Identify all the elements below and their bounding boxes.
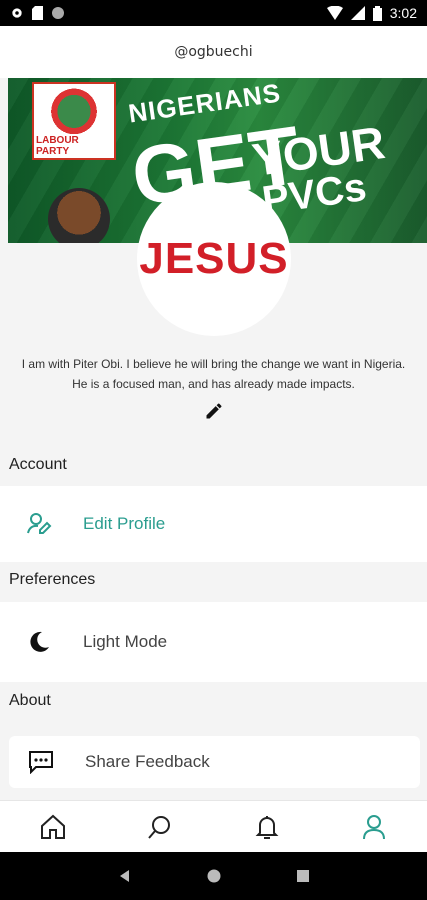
section-account-title: Account <box>9 456 67 473</box>
labour-party-logo: LABOUR PARTY <box>32 82 116 160</box>
feedback-icon <box>26 747 56 777</box>
back-icon[interactable] <box>118 869 132 883</box>
search-icon <box>148 815 171 839</box>
system-navigation <box>0 852 427 900</box>
profile-header: @ogbuechi <box>0 26 427 78</box>
light-mode-label: Light Mode <box>83 632 168 651</box>
profile-bio: I am with Piter Obi. I believe he will b… <box>21 357 406 391</box>
settings-icon <box>12 8 22 18</box>
edit-profile-row[interactable]: Edit Profile <box>0 486 427 562</box>
sd-card-icon <box>32 6 43 20</box>
bottom-navigation <box>0 800 427 852</box>
profile-icon <box>362 814 385 839</box>
home-button-icon[interactable] <box>207 869 221 883</box>
status-icons-right: 3:02 <box>326 5 417 21</box>
nav-search[interactable] <box>140 807 180 847</box>
wifi-icon <box>326 6 343 20</box>
share-feedback-row[interactable]: Share Feedback <box>9 736 420 788</box>
status-icons-left <box>10 6 65 20</box>
dot-icon <box>52 7 64 19</box>
section-about-title: About <box>9 692 51 709</box>
recents-icon[interactable] <box>296 869 310 883</box>
bell-icon <box>255 815 279 839</box>
candidate-photo <box>48 188 110 243</box>
moon-icon <box>24 627 54 657</box>
party-label: LABOUR PARTY <box>34 134 114 158</box>
status-bar: 3:02 <box>0 0 427 26</box>
battery-icon <box>372 5 382 21</box>
avatar-text: JESUS <box>139 234 289 283</box>
nav-home[interactable] <box>33 807 73 847</box>
username: @ogbuechi <box>174 44 253 60</box>
edit-profile-icon <box>24 509 54 539</box>
status-time: 3:02 <box>389 5 417 21</box>
home-icon <box>41 814 66 839</box>
share-feedback-label: Share Feedback <box>85 752 210 771</box>
section-preferences-title: Preferences <box>9 571 96 588</box>
nav-notifications[interactable] <box>247 807 287 847</box>
signal-icon <box>350 6 365 20</box>
edit-bio-icon[interactable] <box>204 401 224 421</box>
nav-profile[interactable] <box>354 807 394 847</box>
party-emblem-icon <box>44 88 104 140</box>
edit-profile-label: Edit Profile <box>83 514 166 533</box>
profile-avatar[interactable]: JESUS <box>137 182 291 336</box>
light-mode-row[interactable]: Light Mode <box>0 602 427 682</box>
